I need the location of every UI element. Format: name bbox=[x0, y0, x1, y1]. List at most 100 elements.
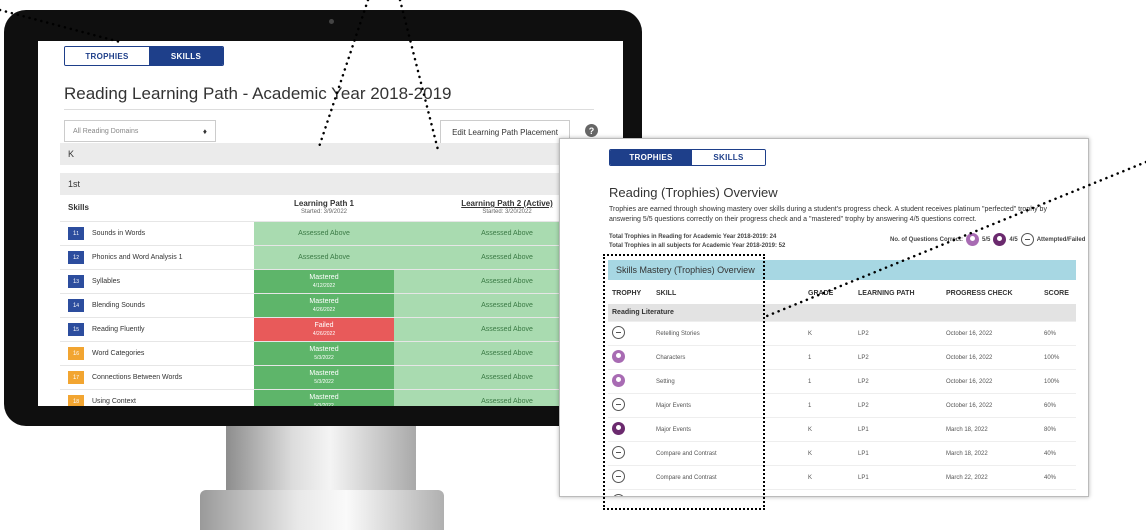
lp1-started: Started: 3/9/2022 bbox=[300, 209, 348, 215]
lp1-status-cell[interactable]: Mastered 5/3/2022 bbox=[254, 365, 394, 390]
skill-name: Sounds in Words bbox=[92, 230, 146, 237]
lp1-status-cell[interactable]: Failed 4/26/2022 bbox=[254, 317, 394, 342]
trophy-grade: K bbox=[807, 321, 857, 346]
skill-number-badge: 11 bbox=[68, 227, 84, 240]
overview-description: Trophies are earned through showing mast… bbox=[609, 206, 1047, 223]
skill-cell: 14 Blending Sounds bbox=[60, 293, 254, 318]
camera-dot bbox=[329, 19, 334, 24]
view-toggle: TROPHIES SKILLS bbox=[64, 46, 224, 66]
legend-5: 5/5 bbox=[982, 236, 991, 243]
skill-cell: 13 Syllables bbox=[60, 269, 254, 294]
lp1-status-cell[interactable]: Assessed Above bbox=[254, 245, 394, 270]
lp1-status-cell[interactable]: Mastered 4/12/2022 bbox=[254, 269, 394, 294]
lp1-header: Learning Path 1 Started: 3/9/2022 bbox=[254, 193, 394, 222]
popup-trophies-tab[interactable]: TROPHIES bbox=[610, 150, 692, 165]
monitor-base bbox=[200, 490, 444, 530]
skill-number-badge: 17 bbox=[68, 371, 84, 384]
trophy-totals: Total Trophies in Reading for Academic Y… bbox=[609, 233, 785, 251]
lp1-status-cell[interactable]: Assessed Above bbox=[254, 221, 394, 246]
skill-row[interactable]: 18 Using Context Mastered 5/3/2022 Asses… bbox=[60, 389, 620, 407]
skill-number-badge: 15 bbox=[68, 323, 84, 336]
trophy-lp: LP1 bbox=[857, 441, 945, 466]
legend-4: 4/5 bbox=[1009, 236, 1018, 243]
trophy-score: 100% bbox=[1043, 369, 1076, 394]
trophy-grade: 1 bbox=[807, 369, 857, 394]
lp1-status: Mastered bbox=[309, 393, 339, 401]
grade-label: 1st bbox=[68, 179, 81, 189]
skills-tab[interactable]: SKILLS bbox=[149, 47, 223, 65]
trophy-lp: LP1 bbox=[857, 465, 945, 490]
platinum-trophy-icon bbox=[966, 233, 980, 246]
lp1-status-cell[interactable]: Mastered 5/3/2022 bbox=[254, 389, 394, 407]
domain-select[interactable]: All Reading Domains ♦ bbox=[64, 120, 216, 142]
monitor-stand bbox=[226, 426, 416, 498]
lp2-status: Assessed Above bbox=[481, 253, 533, 261]
skill-row[interactable]: 16 Word Categories Mastered 5/3/2022 Ass… bbox=[60, 341, 620, 366]
lp1-status: Mastered bbox=[309, 345, 339, 353]
skill-row[interactable]: 15 Reading Fluently Failed 4/26/2022 Ass… bbox=[60, 317, 620, 342]
trophy-lp: LP1 bbox=[857, 417, 945, 442]
lp1-status-date: 5/3/2022 bbox=[314, 402, 334, 407]
skill-name: Connections Between Words bbox=[92, 374, 183, 381]
skill-row[interactable]: 13 Syllables Mastered 4/12/2022 Assessed… bbox=[60, 269, 620, 294]
grade-1-row[interactable]: 1st bbox=[60, 173, 620, 195]
trophy-score: 60% bbox=[1043, 489, 1076, 496]
lp1-status: Assessed Above bbox=[298, 229, 350, 237]
skill-cell: 11 Sounds in Words bbox=[60, 221, 254, 246]
lp1-status-cell[interactable]: Mastered 4/26/2022 bbox=[254, 293, 394, 318]
lp1-status: Failed bbox=[314, 321, 334, 329]
lp1-status: Mastered bbox=[309, 369, 339, 377]
lp2-status: Assessed Above bbox=[481, 397, 533, 405]
lp1-status-cell[interactable]: Mastered 5/3/2022 bbox=[254, 341, 394, 366]
skill-cell: 12 Phonics and Word Analysis 1 bbox=[60, 245, 254, 270]
col-learning-path: LEARNING PATH bbox=[858, 289, 915, 297]
help-icon[interactable]: ? bbox=[585, 124, 598, 137]
trophy-score: 80% bbox=[1043, 417, 1076, 442]
trophy-score: 40% bbox=[1043, 465, 1076, 490]
skill-name: Using Context bbox=[92, 398, 136, 405]
trophy-grade: K bbox=[807, 489, 857, 496]
skill-row[interactable]: 17 Connections Between Words Mastered 5/… bbox=[60, 365, 620, 390]
lp1-status: Mastered bbox=[309, 297, 339, 305]
lp1-title: Learning Path 1 bbox=[293, 199, 354, 208]
col-grade: GRADE bbox=[808, 289, 834, 297]
legend-attempted: Attempted/Failed bbox=[1036, 236, 1086, 243]
lp2-status: Assessed Above bbox=[481, 229, 533, 237]
skill-name: Reading Fluently bbox=[92, 326, 145, 333]
mastered-trophy-icon bbox=[993, 233, 1007, 246]
trophy-grade: K bbox=[807, 441, 857, 466]
col-score: SCORE bbox=[1044, 289, 1069, 297]
lp1-status-date: 4/26/2022 bbox=[312, 330, 336, 337]
trophy-grade: K bbox=[807, 465, 857, 490]
skill-cell: 17 Connections Between Words bbox=[60, 365, 254, 390]
trophy-lp: LP2 bbox=[857, 393, 945, 418]
skill-number-badge: 14 bbox=[68, 299, 84, 312]
lp2-status: Assessed Above bbox=[481, 325, 533, 333]
skill-row[interactable]: 11 Sounds in Words Assessed Above Assess… bbox=[60, 221, 620, 246]
trophies-tab[interactable]: TROPHIES bbox=[65, 47, 149, 65]
trophy-lp: LP2 bbox=[857, 369, 945, 394]
lp1-status-date: 4/26/2022 bbox=[312, 306, 336, 313]
lp1-status: Mastered bbox=[309, 273, 339, 281]
domain-select-value: All Reading Domains bbox=[73, 127, 139, 135]
skill-row[interactable]: 12 Phonics and Word Analysis 1 Assessed … bbox=[60, 245, 620, 270]
popup-view-toggle: TROPHIES SKILLS bbox=[609, 149, 766, 166]
skill-cell: 16 Word Categories bbox=[60, 341, 254, 366]
popup-skills-tab[interactable]: SKILLS bbox=[692, 150, 765, 165]
trophy-grade: K bbox=[807, 417, 857, 442]
skill-row[interactable]: 14 Blending Sounds Mastered 4/26/2022 As… bbox=[60, 293, 620, 318]
attempted-icon bbox=[1020, 233, 1034, 246]
trophy-score: 60% bbox=[1043, 321, 1076, 346]
edit-placement-button[interactable]: Edit Learning Path Placement bbox=[440, 120, 570, 144]
trophy-lp: LP2 bbox=[857, 321, 945, 346]
lp2-status: Assessed Above bbox=[481, 301, 533, 309]
lp2-title[interactable]: Learning Path 2 (Active) bbox=[461, 199, 553, 208]
grade-k-row[interactable]: K bbox=[60, 143, 620, 165]
skill-number-badge: 13 bbox=[68, 275, 84, 288]
skill-name: Blending Sounds bbox=[92, 302, 145, 309]
trophy-grade: 1 bbox=[807, 393, 857, 418]
lp1-status-date: 5/3/2022 bbox=[314, 354, 334, 361]
trophy-score: 40% bbox=[1043, 441, 1076, 466]
total-reading: Total Trophies in Reading for Academic Y… bbox=[609, 234, 777, 240]
highlight-box bbox=[603, 254, 765, 510]
